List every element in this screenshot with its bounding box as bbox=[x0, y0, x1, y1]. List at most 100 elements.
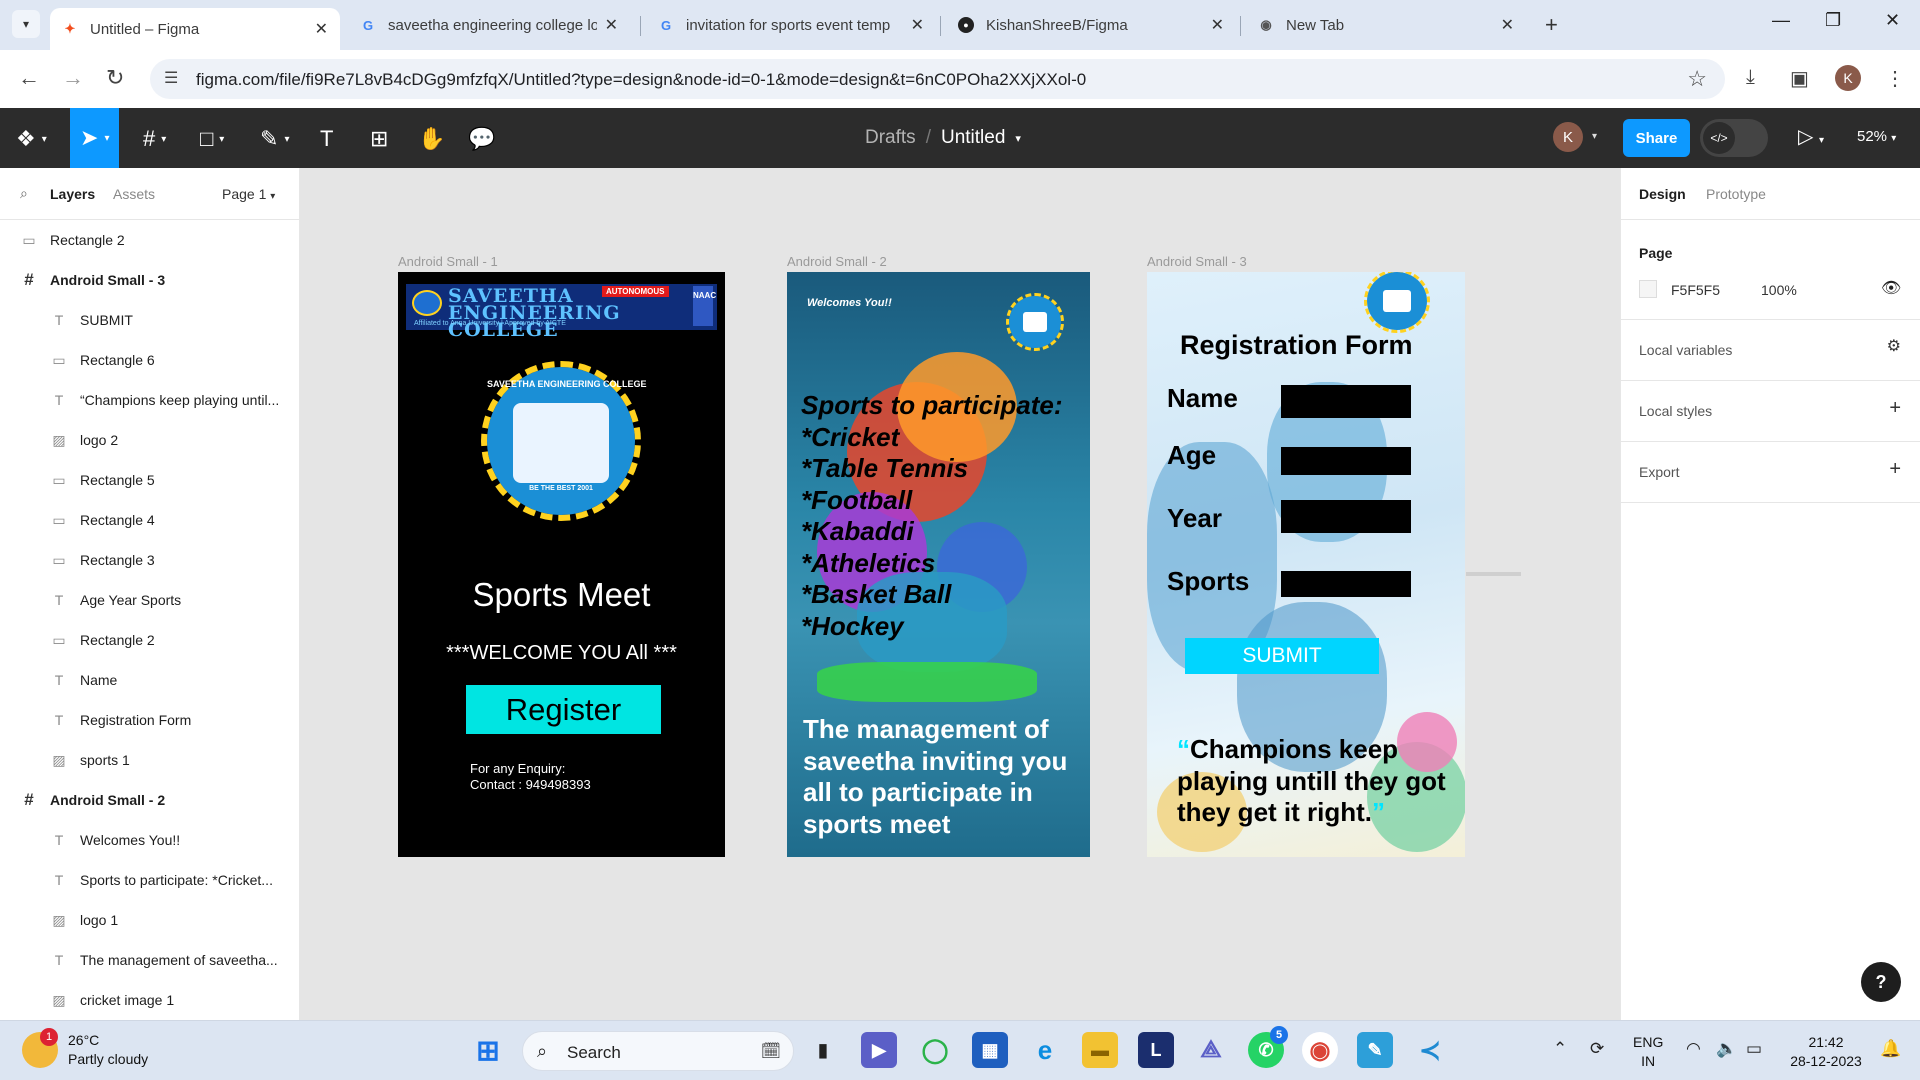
l-app-icon[interactable]: L bbox=[1138, 1032, 1174, 1068]
page-opacity-value[interactable]: 100% bbox=[1761, 282, 1797, 298]
share-button[interactable]: Share bbox=[1623, 119, 1690, 157]
add-export-icon[interactable]: + bbox=[1889, 458, 1901, 481]
reload-icon[interactable]: ↻ bbox=[106, 65, 124, 91]
volume-icon[interactable]: 🔈 bbox=[1716, 1039, 1737, 1059]
page-color-value[interactable]: F5F5F5 bbox=[1671, 282, 1720, 298]
sports-field[interactable] bbox=[1281, 571, 1411, 597]
close-window-icon[interactable]: ✕ bbox=[1885, 10, 1900, 31]
language-indicator[interactable]: ENG IN bbox=[1633, 1033, 1663, 1071]
collaborator-avatar[interactable]: K bbox=[1553, 122, 1583, 152]
vscode-icon[interactable]: ≺ bbox=[1412, 1032, 1448, 1068]
layer-row[interactable]: T The management of saveetha... bbox=[0, 940, 299, 980]
tab-assets[interactable]: Assets bbox=[113, 186, 155, 202]
side-panel-icon[interactable]: ▣ bbox=[1790, 66, 1809, 91]
layer-row[interactable]: ▨ logo 1 bbox=[0, 900, 299, 940]
year-field[interactable] bbox=[1281, 500, 1411, 533]
tab-design[interactable]: Design bbox=[1639, 186, 1686, 202]
page-color-swatch[interactable] bbox=[1639, 280, 1657, 298]
resources-tool-icon[interactable]: ⊞ bbox=[370, 126, 388, 152]
layer-row[interactable]: T Welcomes You!! bbox=[0, 820, 299, 860]
frame-tool-icon[interactable]: # ▾ bbox=[143, 126, 166, 152]
battery-icon[interactable]: ▭ bbox=[1746, 1039, 1762, 1059]
microsoft-store-icon[interactable]: ▦ bbox=[972, 1032, 1008, 1068]
wifi-icon[interactable]: ◠ bbox=[1686, 1039, 1701, 1059]
rectangle-2-shape[interactable] bbox=[1466, 572, 1521, 576]
present-icon[interactable]: ▷ ▾ bbox=[1798, 124, 1824, 149]
close-tab-icon[interactable]: ✕ bbox=[1211, 15, 1224, 35]
bookmark-star-icon[interactable]: ☆ bbox=[1687, 66, 1707, 92]
hand-tool-icon[interactable]: ✋ bbox=[418, 126, 445, 152]
layer-row[interactable]: # Android Small - 3 bbox=[0, 260, 299, 300]
dev-mode-toggle[interactable]: </> bbox=[1700, 119, 1768, 157]
layer-row[interactable]: T SUBMIT bbox=[0, 300, 299, 340]
close-tab-icon[interactable]: ✕ bbox=[315, 19, 328, 39]
shape-tool-icon[interactable]: □ ▾ bbox=[200, 126, 224, 152]
variables-settings-icon[interactable]: ⚙ bbox=[1887, 336, 1901, 356]
layer-row[interactable]: ▭ Rectangle 6 bbox=[0, 340, 299, 380]
layer-row[interactable]: T Name bbox=[0, 660, 299, 700]
show-hidden-icons-icon[interactable]: ⌃ bbox=[1553, 1039, 1567, 1059]
layer-row[interactable]: ▭ Rectangle 2 bbox=[0, 220, 299, 260]
notification-bell-icon[interactable]: 🔔 bbox=[1880, 1039, 1901, 1059]
a-app-icon[interactable]: ⟁ bbox=[1193, 1032, 1229, 1068]
tab-figma[interactable]: ✦ Untitled – Figma ✕ bbox=[50, 8, 340, 50]
address-bar[interactable]: ☰ figma.com/file/fi9Re7L8vB4cDGg9mfzfqX/… bbox=[150, 59, 1725, 99]
chrome-icon[interactable]: ◉ bbox=[1302, 1032, 1338, 1068]
frame-android-small-2[interactable]: Welcomes You!! Sports to participate: *C… bbox=[787, 272, 1090, 857]
site-info-icon[interactable]: ☰ bbox=[164, 68, 178, 88]
frame-label[interactable]: Android Small - 3 bbox=[1147, 254, 1247, 269]
tab-invitation-search[interactable]: G invitation for sports event temp ✕ bbox=[646, 8, 936, 42]
sync-icon[interactable]: ⟳ bbox=[1590, 1039, 1604, 1059]
taskbar-search[interactable]: ⌕ Search 🗓 bbox=[522, 1031, 794, 1071]
layer-row[interactable]: ▨ cricket image 1 bbox=[0, 980, 299, 1020]
new-tab-icon[interactable]: + bbox=[1545, 12, 1558, 38]
file-explorer-icon[interactable]: ▬ bbox=[1082, 1032, 1118, 1068]
name-field[interactable] bbox=[1281, 385, 1411, 418]
eye-icon[interactable]: 👁 bbox=[1881, 278, 1901, 298]
url-text[interactable]: figma.com/file/fi9Re7L8vB4cDGg9mfzfqX/Un… bbox=[196, 70, 1086, 90]
download-icon[interactable]: ⤓ bbox=[1746, 66, 1755, 89]
submit-button[interactable]: SUBMIT bbox=[1185, 638, 1379, 674]
edge-icon[interactable]: e bbox=[1027, 1032, 1063, 1068]
chevron-down-icon[interactable]: ▾ bbox=[1592, 131, 1597, 142]
layer-row[interactable]: ▨ sports 1 bbox=[0, 740, 299, 780]
layer-row[interactable]: ▭ Rectangle 4 bbox=[0, 500, 299, 540]
page-selector[interactable]: Page 1 ▾ bbox=[222, 186, 275, 202]
close-tab-icon[interactable]: ✕ bbox=[1501, 15, 1514, 35]
layer-row[interactable]: ▭ Rectangle 3 bbox=[0, 540, 299, 580]
move-tool-icon[interactable]: ➤ ▾ bbox=[70, 108, 120, 168]
whatsapp-icon[interactable]: ✆ 5 bbox=[1248, 1026, 1288, 1068]
layer-row[interactable]: T Age Year Sports bbox=[0, 580, 299, 620]
file-name[interactable]: Untitled bbox=[941, 127, 1005, 149]
restore-icon[interactable]: ❐ bbox=[1825, 10, 1841, 31]
tab-layers[interactable]: Layers bbox=[50, 186, 95, 202]
chevron-down-icon[interactable]: ▾ bbox=[1015, 127, 1021, 149]
zoom-dropdown[interactable]: 52% ▾ bbox=[1857, 128, 1896, 145]
task-view-icon[interactable]: ▮ bbox=[805, 1032, 841, 1068]
tab-saveetha-search[interactable]: G saveetha engineering college lo ✕ bbox=[348, 8, 630, 42]
paint-app-icon[interactable]: ✎ bbox=[1357, 1032, 1393, 1068]
frame-android-small-1[interactable]: SAVEETHA ENGINEERING COLLEGE Affiliated … bbox=[398, 272, 725, 857]
help-button[interactable]: ? bbox=[1861, 962, 1901, 1002]
frame-android-small-3[interactable]: Registration Form Name Age Year Sports S… bbox=[1147, 272, 1465, 857]
teams-icon[interactable]: ▶ bbox=[861, 1032, 897, 1068]
comment-tool-icon[interactable]: 💬 bbox=[468, 126, 495, 152]
layer-row[interactable]: T Registration Form bbox=[0, 700, 299, 740]
weather-widget[interactable]: 1 26°C Partly cloudy bbox=[22, 1028, 148, 1069]
tab-new-tab[interactable]: ◉ New Tab ✕ bbox=[1246, 8, 1526, 42]
text-tool-icon[interactable]: T bbox=[320, 126, 333, 152]
frame-label[interactable]: Android Small - 1 bbox=[398, 254, 498, 269]
search-icon[interactable]: ⌕ bbox=[20, 185, 28, 202]
tab-search-button[interactable]: ▾ bbox=[12, 10, 40, 38]
register-button[interactable]: Register bbox=[466, 685, 661, 734]
drafts-link[interactable]: Drafts bbox=[865, 127, 916, 149]
close-tab-icon[interactable]: ✕ bbox=[605, 15, 618, 35]
layer-row[interactable]: T Sports to participate: *Cricket... bbox=[0, 860, 299, 900]
back-icon[interactable]: ← bbox=[18, 65, 40, 91]
age-field[interactable] bbox=[1281, 447, 1411, 475]
layer-row[interactable]: T “Champions keep playing until... bbox=[0, 380, 299, 420]
local-variables-label[interactable]: Local variables bbox=[1639, 342, 1732, 358]
close-tab-icon[interactable]: ✕ bbox=[911, 15, 924, 35]
figma-main-menu-icon[interactable]: ❖ ▾ bbox=[16, 126, 47, 152]
profile-avatar[interactable]: K bbox=[1835, 65, 1861, 91]
